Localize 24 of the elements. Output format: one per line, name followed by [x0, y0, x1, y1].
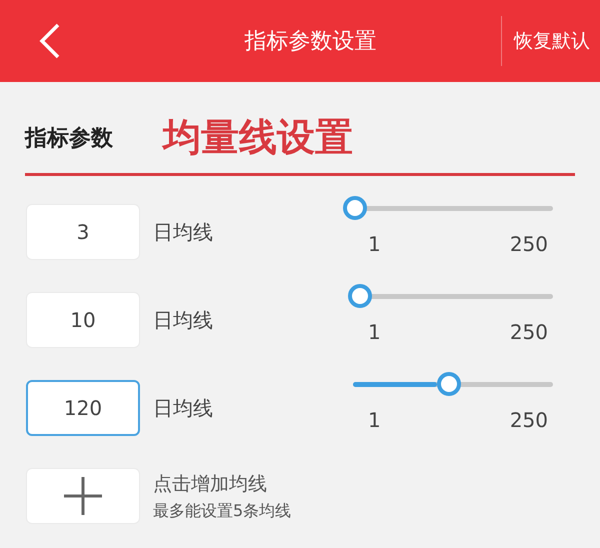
period-input[interactable]: 3: [26, 204, 140, 260]
slider-min: 1: [368, 408, 381, 432]
line-label: 日均线: [153, 306, 214, 334]
period-input[interactable]: 10: [26, 292, 140, 348]
slider-thumb[interactable]: [348, 284, 372, 308]
add-line-button[interactable]: [26, 468, 140, 524]
slider-thumb[interactable]: [437, 372, 461, 396]
slider-min: 1: [368, 320, 381, 344]
period-input[interactable]: 120: [26, 380, 140, 436]
slider-max: 250: [510, 320, 548, 344]
annotation-text: 均量线设置: [163, 114, 353, 161]
line-label: 日均线: [153, 394, 214, 422]
slider-min: 1: [368, 232, 381, 256]
restore-defaults-button[interactable]: 恢复默认: [501, 16, 600, 66]
add-line-title: 点击增加均线: [153, 472, 268, 496]
back-icon: [39, 23, 61, 59]
page-title: 指标参数设置: [244, 28, 378, 56]
slider-max: 250: [510, 232, 548, 256]
line-label: 日均线: [153, 218, 214, 246]
section-title: 指标参数: [25, 124, 113, 152]
plus-icon: [64, 477, 102, 515]
slider-max: 250: [510, 408, 548, 432]
slider-thumb[interactable]: [342, 196, 367, 220]
add-line-hint: 最多能设置5条均线: [153, 500, 292, 522]
